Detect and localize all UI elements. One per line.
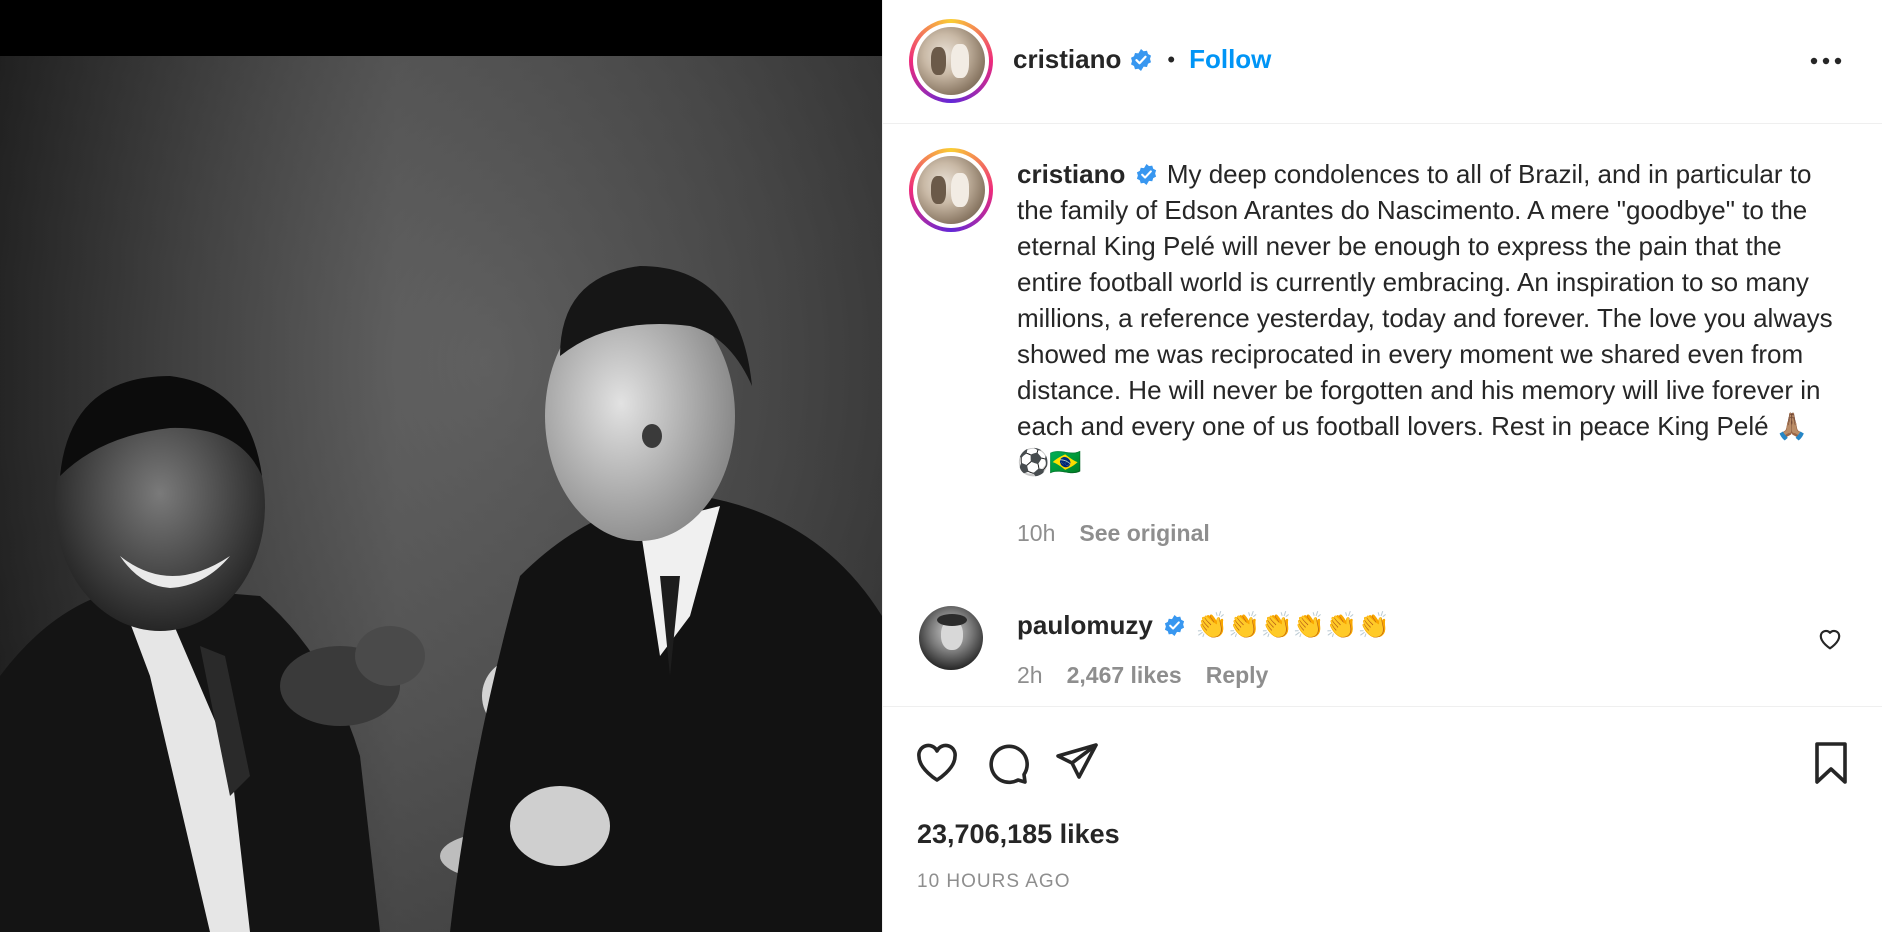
caption-meta: 10h See original [1017, 520, 1210, 547]
caption-avatar-inner [913, 152, 989, 228]
reply-button[interactable]: Reply [1206, 662, 1269, 689]
post-header: cristiano • Follow [883, 0, 1882, 124]
caption-text-container: cristiano My deep condolences to all of … [1017, 156, 1837, 480]
verified-badge-icon [1136, 163, 1156, 186]
comment-icon[interactable] [983, 739, 1031, 787]
author-avatar-image [917, 27, 985, 95]
post-actions: 23,706,185 likes 10 HOURS AGO [883, 706, 1882, 932]
comment-time: 2h [1017, 662, 1043, 688]
see-original-link[interactable]: See original [1079, 520, 1209, 547]
comment-meta: 2h 2,467 likes Reply [1017, 662, 1268, 689]
comment-row: paulomuzy 👏👏👏👏👏👏 2h 2,467 likes Reply [883, 606, 1882, 706]
header-user-row: cristiano • Follow [1013, 44, 1271, 75]
author-avatar-inner [913, 23, 989, 99]
caption-username[interactable]: cristiano [1017, 159, 1125, 189]
comment-text: 👏👏👏👏👏👏 [1195, 610, 1391, 640]
caption-time: 10h [1017, 520, 1056, 546]
commenter-username[interactable]: paulomuzy [1017, 610, 1153, 641]
caption-avatar-image [917, 156, 985, 224]
likes-count[interactable]: 23,706,185 likes [917, 819, 1120, 850]
commenter-avatar[interactable] [919, 606, 983, 670]
verified-badge-icon [1131, 48, 1152, 71]
comment-likes[interactable]: 2,467 likes [1067, 662, 1182, 689]
comment-heart-icon[interactable] [1817, 626, 1843, 650]
author-username[interactable]: cristiano [1013, 44, 1121, 75]
verified-badge-icon [1164, 614, 1184, 637]
post-timestamp: 10 HOURS AGO [917, 871, 1071, 892]
photo-letterbox-bar [0, 0, 882, 56]
heart-icon[interactable] [913, 739, 961, 787]
photo-illustration [0, 56, 882, 932]
caption-body: My deep condolences to all of Brazil, an… [1017, 159, 1833, 477]
post-photo-panel [0, 0, 882, 932]
post-sidebar: cristiano • Follow cristiano My deep con… [882, 0, 1882, 932]
post-photo[interactable] [0, 56, 882, 932]
share-icon[interactable] [1053, 739, 1101, 787]
bookmark-icon[interactable] [1807, 739, 1855, 787]
separator-dot: • [1167, 46, 1176, 72]
comment-line: paulomuzy 👏👏👏👏👏👏 [1017, 610, 1390, 641]
more-options-icon[interactable] [1809, 54, 1843, 68]
follow-button[interactable]: Follow [1189, 44, 1271, 75]
author-avatar[interactable] [909, 19, 993, 103]
caption-avatar[interactable] [909, 148, 993, 232]
